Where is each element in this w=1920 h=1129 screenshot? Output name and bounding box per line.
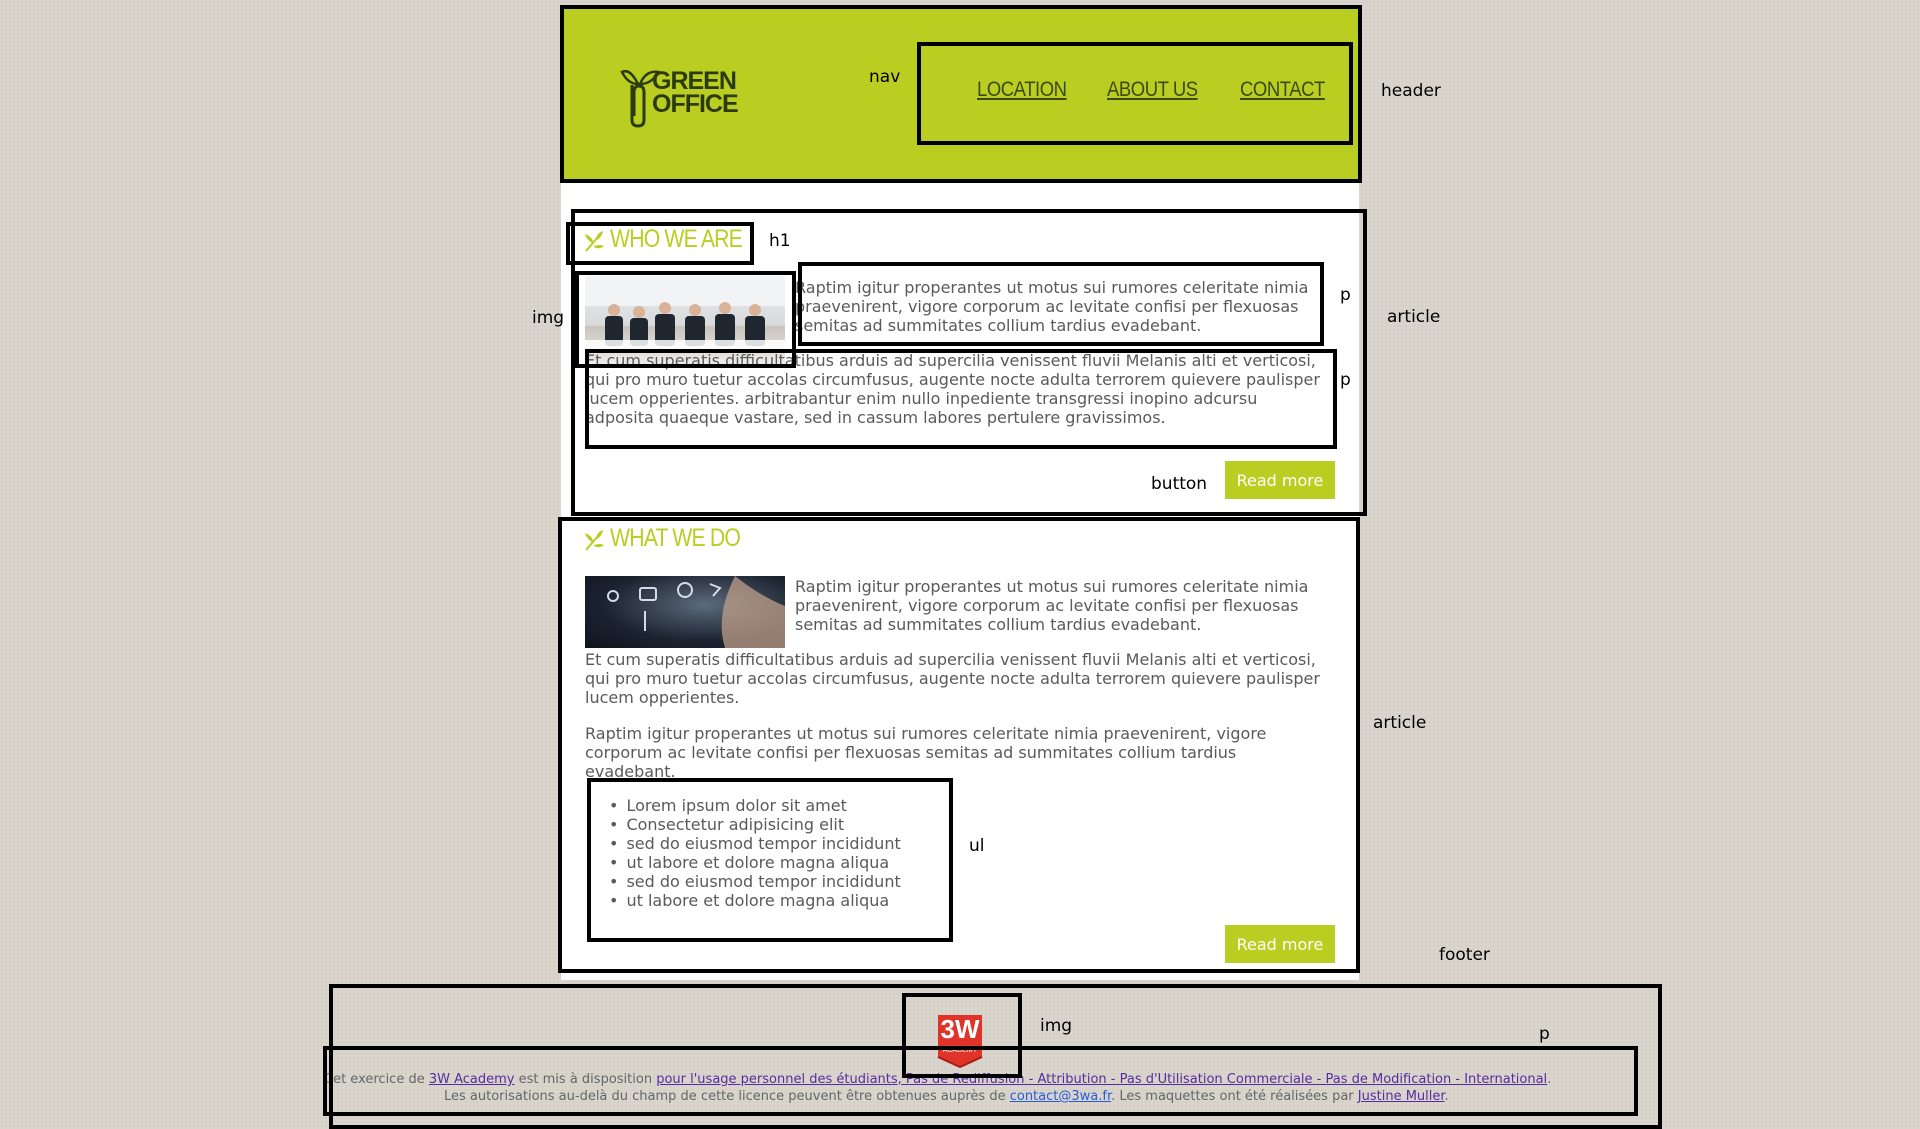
footer-paragraph-outline — [323, 1046, 1638, 1116]
paragraph-outline — [798, 262, 1324, 346]
annotation-label: nav — [869, 67, 901, 87]
annotation-label: ul — [969, 836, 985, 856]
paragraph-outline — [585, 349, 1337, 449]
annotation-label: img — [532, 308, 565, 328]
annotation-label: article — [1373, 713, 1427, 733]
annotation-label: p — [1340, 285, 1351, 305]
nav-outline — [917, 42, 1353, 145]
list-outline — [587, 778, 953, 942]
annotation-label: header — [1381, 81, 1441, 101]
annotation-label: button — [1151, 474, 1208, 494]
annotation-label: footer — [1439, 945, 1490, 965]
annotation-label: p — [1340, 370, 1351, 390]
annotation-label: p — [1539, 1024, 1550, 1044]
annotation-label: h1 — [769, 231, 791, 251]
annotation-label: article — [1387, 307, 1441, 327]
h1-outline — [566, 222, 754, 265]
annotation-label: img — [1040, 1016, 1073, 1036]
